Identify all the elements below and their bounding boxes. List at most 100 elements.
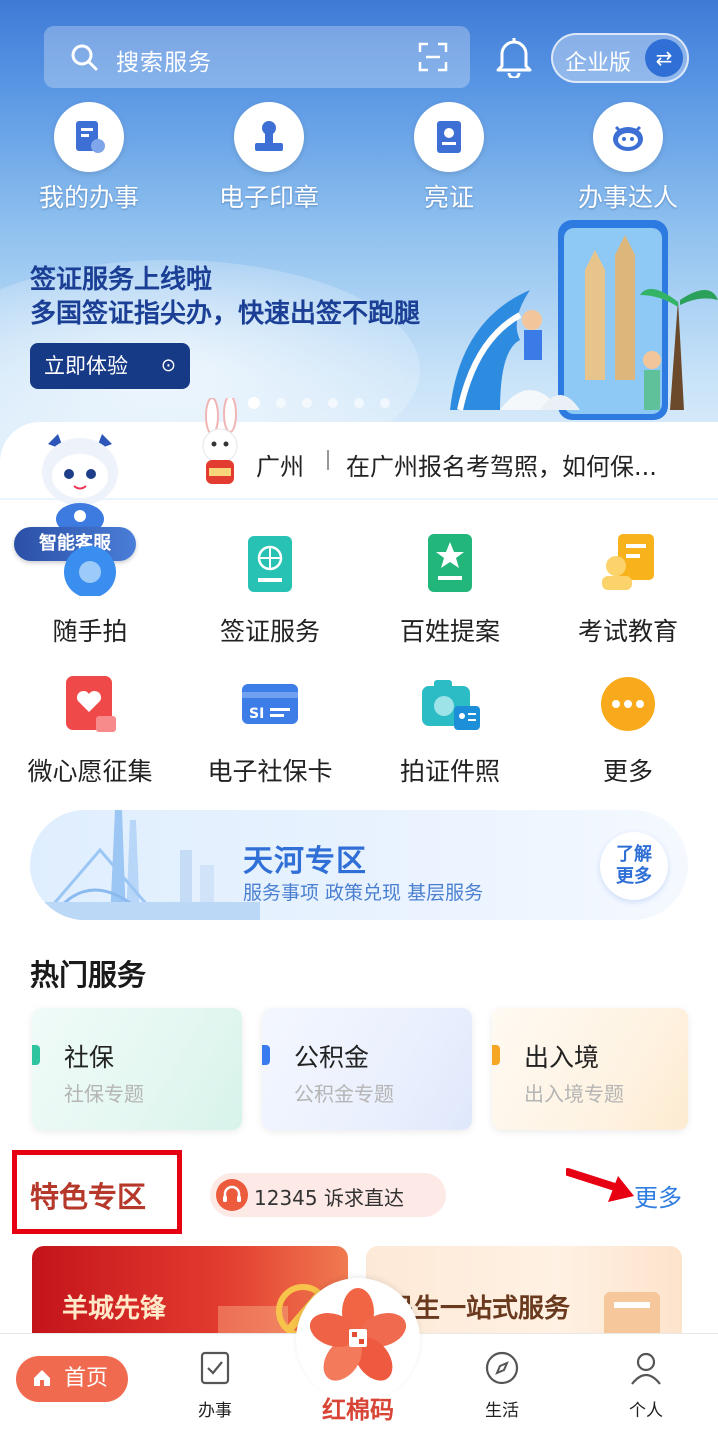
passport-icon <box>238 532 302 596</box>
banner-subtitle: 多国签证指尖办，快速出签不跑腿 <box>30 299 421 329</box>
center-tab-label: 红棉码 <box>322 1396 394 1424</box>
quick-show-id[interactable]: 亮证 <box>374 102 524 214</box>
tab-label: 生活 <box>485 1401 519 1421</box>
featured-more-link[interactable]: 更多 <box>634 1178 682 1213</box>
search-bar[interactable]: 搜索服务 <box>44 26 470 88</box>
hot-card-title: 社保 <box>64 1043 115 1072</box>
hongmian-code-button[interactable] <box>296 1278 420 1402</box>
travel-illustration <box>450 220 718 420</box>
star-document-icon <box>418 532 482 596</box>
learn-more-button[interactable]: 了解 更多 <box>600 832 668 900</box>
try-now-label: 立即体验 <box>44 354 128 378</box>
promo-title: 羊城先锋 <box>62 1294 167 1324</box>
try-now-button[interactable]: 立即体验 ⊙ <box>30 343 190 389</box>
quick-label: 亮证 <box>423 183 474 212</box>
robot-avatar-icon <box>593 102 663 172</box>
service-proposal[interactable]: 百姓提案 <box>360 532 540 648</box>
service-more[interactable]: 更多 <box>538 672 718 788</box>
quick-label: 我的办事 <box>38 183 139 212</box>
home-icon <box>34 1370 50 1386</box>
hot-card-social-security[interactable]: 社保 社保专题 <box>32 1008 242 1130</box>
tab-life[interactable]: 生活 <box>452 1334 552 1421</box>
service-label: 拍证件照 <box>399 757 500 786</box>
accent-bar <box>262 1045 270 1065</box>
bell-icon[interactable] <box>494 36 534 78</box>
hot-card-subtitle: 社保专题 <box>64 1082 144 1106</box>
scan-icon[interactable] <box>418 42 448 72</box>
featured-title: 特色专区 <box>30 1180 147 1214</box>
hot-card-housing-fund[interactable]: 公积金 公积金专题 <box>262 1008 472 1130</box>
photo-camera-icon <box>418 672 482 736</box>
headset-icon <box>216 1179 248 1211</box>
news-divider <box>327 450 329 470</box>
seal-icon <box>234 102 304 172</box>
user-icon <box>631 1352 661 1385</box>
tab-label: 办事 <box>198 1401 232 1421</box>
hot-services-title: 热门服务 <box>30 958 147 992</box>
carousel-dot[interactable] <box>302 398 312 408</box>
carousel-dot[interactable] <box>276 398 286 408</box>
quick-label: 办事达人 <box>577 183 678 212</box>
carousel-dot[interactable] <box>328 398 338 408</box>
search-icon <box>71 44 98 71</box>
learn-more-line2: 更多 <box>616 866 652 887</box>
accent-bar <box>32 1045 40 1065</box>
carousel-dots <box>248 397 390 409</box>
hotline-chip[interactable]: 12345 诉求直达 <box>210 1173 446 1217</box>
service-education[interactable]: 考试教育 <box>538 532 718 648</box>
tianhe-zone-banner[interactable]: 天河专区 服务事项 政策兑现 基层服务 了解 更多 <box>30 810 688 920</box>
tab-label: 个人 <box>629 1401 663 1421</box>
more-dots-icon <box>596 672 660 736</box>
skyline-illustration <box>30 810 260 920</box>
quick-e-seal[interactable]: 电子印章 <box>194 102 344 214</box>
service-label: 更多 <box>602 757 653 786</box>
carousel-dot[interactable] <box>248 397 260 409</box>
carousel-dot[interactable] <box>354 398 364 408</box>
learn-more-line1: 了解 <box>616 844 652 865</box>
tianhe-subtitle: 服务事项 政策兑现 基层服务 <box>243 882 484 904</box>
id-card-icon <box>414 102 484 172</box>
service-label: 签证服务 <box>219 617 320 646</box>
carousel-dot[interactable] <box>380 398 390 408</box>
hot-card-subtitle: 公积金专题 <box>294 1082 394 1106</box>
enterprise-toggle[interactable]: 企业版 ⇄ <box>551 33 689 83</box>
social-card-icon: SI <box>238 672 302 736</box>
service-id-photo[interactable]: 拍证件照 <box>360 672 540 788</box>
hot-card-immigration[interactable]: 出入境 出入境专题 <box>492 1008 688 1130</box>
chevron-right-icon: ⊙ <box>160 355 176 376</box>
service-label: 随手拍 <box>52 617 128 646</box>
hot-card-title: 出入境 <box>524 1043 600 1072</box>
kapok-flower-icon <box>309 1288 407 1381</box>
document-icon <box>54 102 124 172</box>
tianhe-title: 天河专区 <box>243 844 367 879</box>
service-wish[interactable]: 微心愿征集 <box>0 672 180 788</box>
banner-title: 签证服务上线啦 <box>30 265 213 295</box>
tab-affairs[interactable]: 办事 <box>165 1334 265 1421</box>
enterprise-label: 企业版 <box>565 51 632 76</box>
rabbit-mascot-icon <box>202 398 238 484</box>
tab-personal[interactable]: 个人 <box>596 1334 696 1421</box>
quick-label: 电子印章 <box>218 183 319 212</box>
news-city: 广州 <box>256 453 304 481</box>
heart-icon <box>58 672 122 736</box>
red-arrow-icon <box>566 1168 634 1202</box>
search-input[interactable]: 搜索服务 <box>116 43 212 77</box>
tab-home[interactable]: 首页 <box>16 1356 128 1402</box>
camera-icon <box>58 532 122 598</box>
assistant-robot-icon[interactable] <box>30 424 130 534</box>
checklist-icon <box>200 1351 230 1385</box>
quick-expert[interactable]: 办事达人 <box>553 102 703 214</box>
service-label: 考试教育 <box>577 617 678 646</box>
compass-icon <box>485 1351 519 1385</box>
service-visa[interactable]: 签证服务 <box>180 532 360 648</box>
service-social-card[interactable]: SI 电子社保卡 <box>180 672 360 788</box>
news-headline[interactable]: 在广州报名考驾照，如何保... <box>346 447 657 482</box>
quick-my-affairs[interactable]: 我的办事 <box>14 102 164 214</box>
hotline-label: 12345 诉求直达 <box>254 1186 404 1210</box>
hot-card-subtitle: 出入境专题 <box>524 1082 624 1106</box>
service-label: 百姓提案 <box>399 617 500 646</box>
service-snapshot[interactable]: 随手拍 <box>0 532 180 648</box>
exam-icon <box>596 532 660 596</box>
tab-home-label: 首页 <box>64 1366 109 1391</box>
hot-card-title: 公积金 <box>294 1043 370 1072</box>
